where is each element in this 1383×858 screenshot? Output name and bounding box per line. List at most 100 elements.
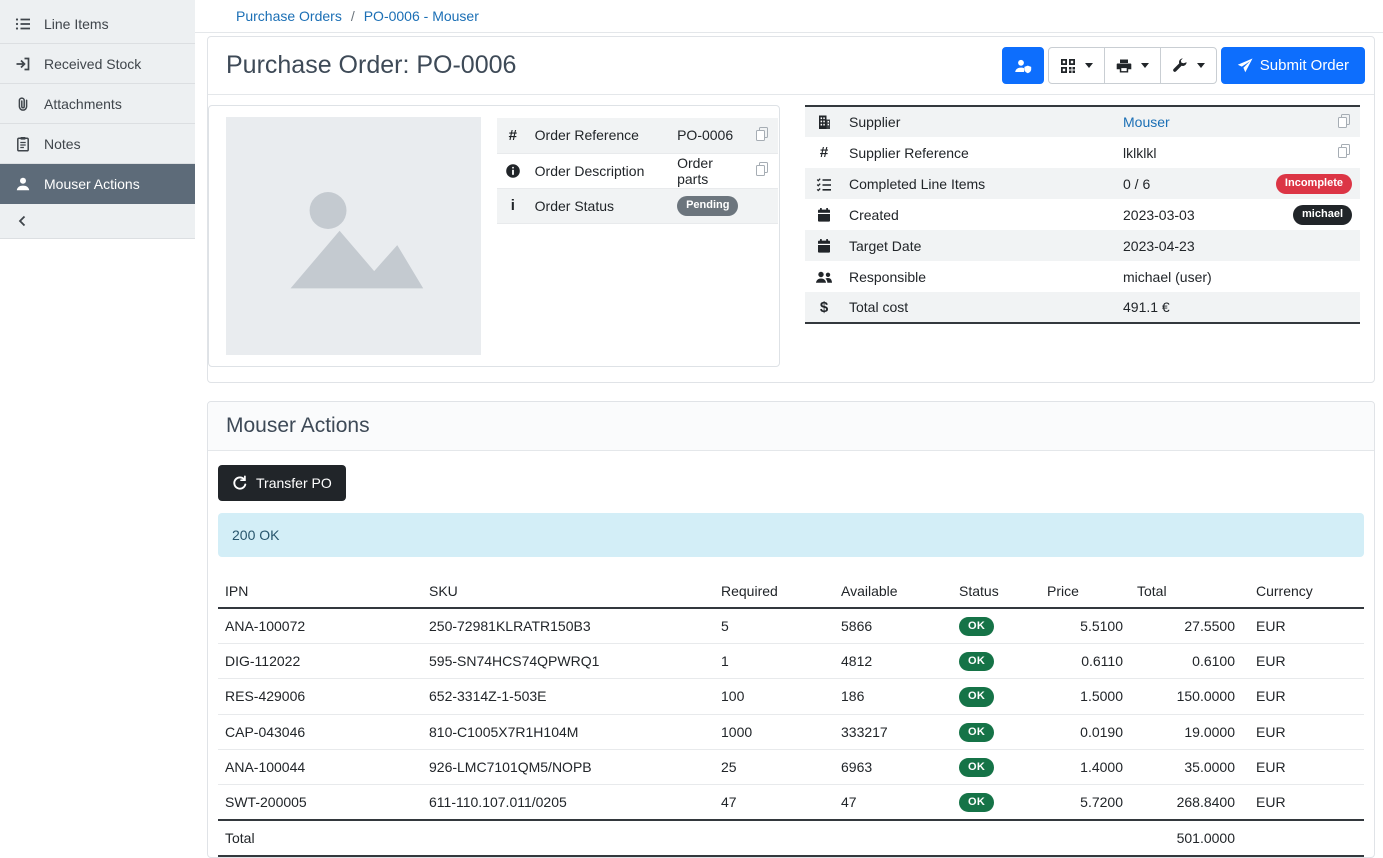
cell-total: 19.0000	[1130, 714, 1242, 749]
transfer-po-button[interactable]: Transfer PO	[218, 465, 346, 501]
cell-price: 1.5000	[1040, 679, 1130, 714]
copy-icon[interactable]	[756, 127, 768, 141]
cell-ipn: RES-429006	[218, 679, 422, 714]
breadcrumb-link-current-order[interactable]: PO-0006 - Mouser	[364, 8, 479, 24]
column-header-total: Total	[1130, 575, 1242, 608]
sidebar-item-label: Attachments	[44, 96, 122, 112]
copy-icon[interactable]	[756, 162, 768, 176]
barcode-actions-button[interactable]	[1048, 47, 1105, 84]
order-details-table: # Order Reference PO-0006 Order Descript…	[497, 118, 778, 224]
info-circle-icon	[505, 163, 521, 179]
cell-available: 186	[834, 679, 952, 714]
order-summary-card: # Order Reference PO-0006 Order Descript…	[208, 105, 780, 367]
order-status-badge: Pending	[677, 196, 738, 215]
copy-icon[interactable]	[1338, 144, 1350, 158]
ok-status-badge: OK	[959, 617, 994, 636]
admin-button[interactable]	[1002, 47, 1044, 84]
chevron-left-icon	[15, 213, 31, 229]
list-check-icon	[816, 176, 832, 192]
cell-total: 150.0000	[1130, 679, 1242, 714]
qr-code-icon	[1060, 58, 1076, 74]
table-row: RES-429006 652-3314Z-1-503E 100 186 OK 1…	[218, 679, 1364, 714]
image-placeholder-icon	[279, 173, 429, 300]
cell-sku: 926-LMC7101QM5/NOPB	[422, 749, 714, 784]
breadcrumb: Purchase Orders / PO-0006 - Mouser	[195, 0, 1383, 33]
footer-label: Total	[218, 820, 422, 856]
table-row: Completed Line Items 0 / 6 Incomplete	[805, 168, 1360, 199]
sidebar: Line Items Received Stock Attachments No…	[0, 0, 195, 794]
chevron-down-icon	[1197, 63, 1205, 68]
refresh-icon	[232, 475, 248, 491]
order-info-section: Supplier Mouser # Supplier Reference lkl…	[805, 105, 1360, 367]
table-footer-row: Total 501.0000	[218, 820, 1364, 856]
copy-icon[interactable]	[1338, 114, 1350, 128]
cell-ipn: SWT-200005	[218, 784, 422, 820]
cell-sku: 595-SN74HCS74QPWRQ1	[422, 644, 714, 679]
main-content: Purchase Orders / PO-0006 - Mouser Purch…	[195, 0, 1383, 794]
toolbar-button-group	[1048, 47, 1217, 84]
submit-order-button[interactable]: Submit Order	[1221, 47, 1365, 84]
cell-sku: 652-3314Z-1-503E	[422, 679, 714, 714]
ok-status-badge: OK	[959, 723, 994, 742]
print-actions-button[interactable]	[1104, 47, 1161, 84]
sidebar-item-mouser-actions[interactable]: Mouser Actions	[0, 164, 195, 204]
submit-order-label: Submit Order	[1260, 57, 1349, 74]
sidebar-item-notes[interactable]: Notes	[0, 124, 195, 164]
sidebar-item-attachments[interactable]: Attachments	[0, 84, 195, 124]
table-row: SWT-200005 611-110.107.011/0205 47 47 OK…	[218, 784, 1364, 820]
cell-available: 333217	[834, 714, 952, 749]
paper-plane-icon	[1237, 58, 1253, 74]
cell-ipn: ANA-100044	[218, 749, 422, 784]
cell-required: 100	[714, 679, 834, 714]
cell-currency: EUR	[1242, 784, 1364, 820]
detail-label: Total cost	[843, 292, 1117, 323]
column-header-status: Status	[952, 575, 1040, 608]
detail-label: Target Date	[843, 230, 1117, 261]
sidebar-item-label: Notes	[44, 136, 81, 152]
supplier-link[interactable]: Mouser	[1123, 114, 1170, 130]
users-icon	[815, 269, 833, 285]
table-row: CAP-043046 810-C1005X7R1H104M 1000 33321…	[218, 714, 1364, 749]
panel-header: Purchase Order: PO-0006	[208, 37, 1374, 95]
cell-price: 0.0190	[1040, 714, 1130, 749]
hash-icon: #	[816, 144, 832, 161]
info-icon: i	[505, 197, 521, 214]
user-shield-icon	[1014, 58, 1032, 74]
cell-available: 5866	[834, 608, 952, 644]
cell-currency: EUR	[1242, 679, 1364, 714]
ok-status-badge: OK	[959, 687, 994, 706]
sidebar-item-line-items[interactable]: Line Items	[0, 4, 195, 44]
line-items-table: IPN SKU Required Available Status Price …	[218, 575, 1364, 857]
order-actions-button[interactable]	[1160, 47, 1217, 84]
table-row: i Order Status Pending	[497, 188, 778, 223]
detail-label: Supplier	[843, 106, 1117, 137]
detail-value: michael (user)	[1117, 261, 1264, 292]
footer-total: 501.0000	[1130, 820, 1242, 856]
sidebar-item-received-stock[interactable]: Received Stock	[0, 44, 195, 84]
detail-label: Completed Line Items	[843, 168, 1117, 199]
cell-ipn: ANA-100072	[218, 608, 422, 644]
cell-sku: 611-110.107.011/0205	[422, 784, 714, 820]
table-row: ANA-100044 926-LMC7101QM5/NOPB 25 6963 O…	[218, 749, 1364, 784]
sidebar-collapse-button[interactable]	[0, 204, 195, 239]
cell-available: 47	[834, 784, 952, 820]
order-info-table: Supplier Mouser # Supplier Reference lkl…	[805, 105, 1360, 324]
cell-available: 4812	[834, 644, 952, 679]
cell-price: 5.5100	[1040, 608, 1130, 644]
order-image-placeholder[interactable]	[226, 117, 481, 355]
breadcrumb-link-purchase-orders[interactable]: Purchase Orders	[236, 8, 342, 24]
cell-currency: EUR	[1242, 714, 1364, 749]
table-row: Order Description Order parts	[497, 153, 778, 188]
cell-currency: EUR	[1242, 749, 1364, 784]
ok-status-badge: OK	[959, 652, 994, 671]
cell-required: 25	[714, 749, 834, 784]
cell-total: 0.6100	[1130, 644, 1242, 679]
printer-icon	[1116, 58, 1132, 74]
detail-value: PO-0006	[671, 118, 744, 153]
sidebar-item-label: Received Stock	[44, 56, 141, 72]
cell-sku: 810-C1005X7R1H104M	[422, 714, 714, 749]
order-details-section: # Order Reference PO-0006 Order Descript…	[208, 95, 1374, 382]
cell-price: 0.6110	[1040, 644, 1130, 679]
transfer-po-label: Transfer PO	[256, 475, 332, 491]
detail-label: Order Reference	[529, 118, 671, 153]
